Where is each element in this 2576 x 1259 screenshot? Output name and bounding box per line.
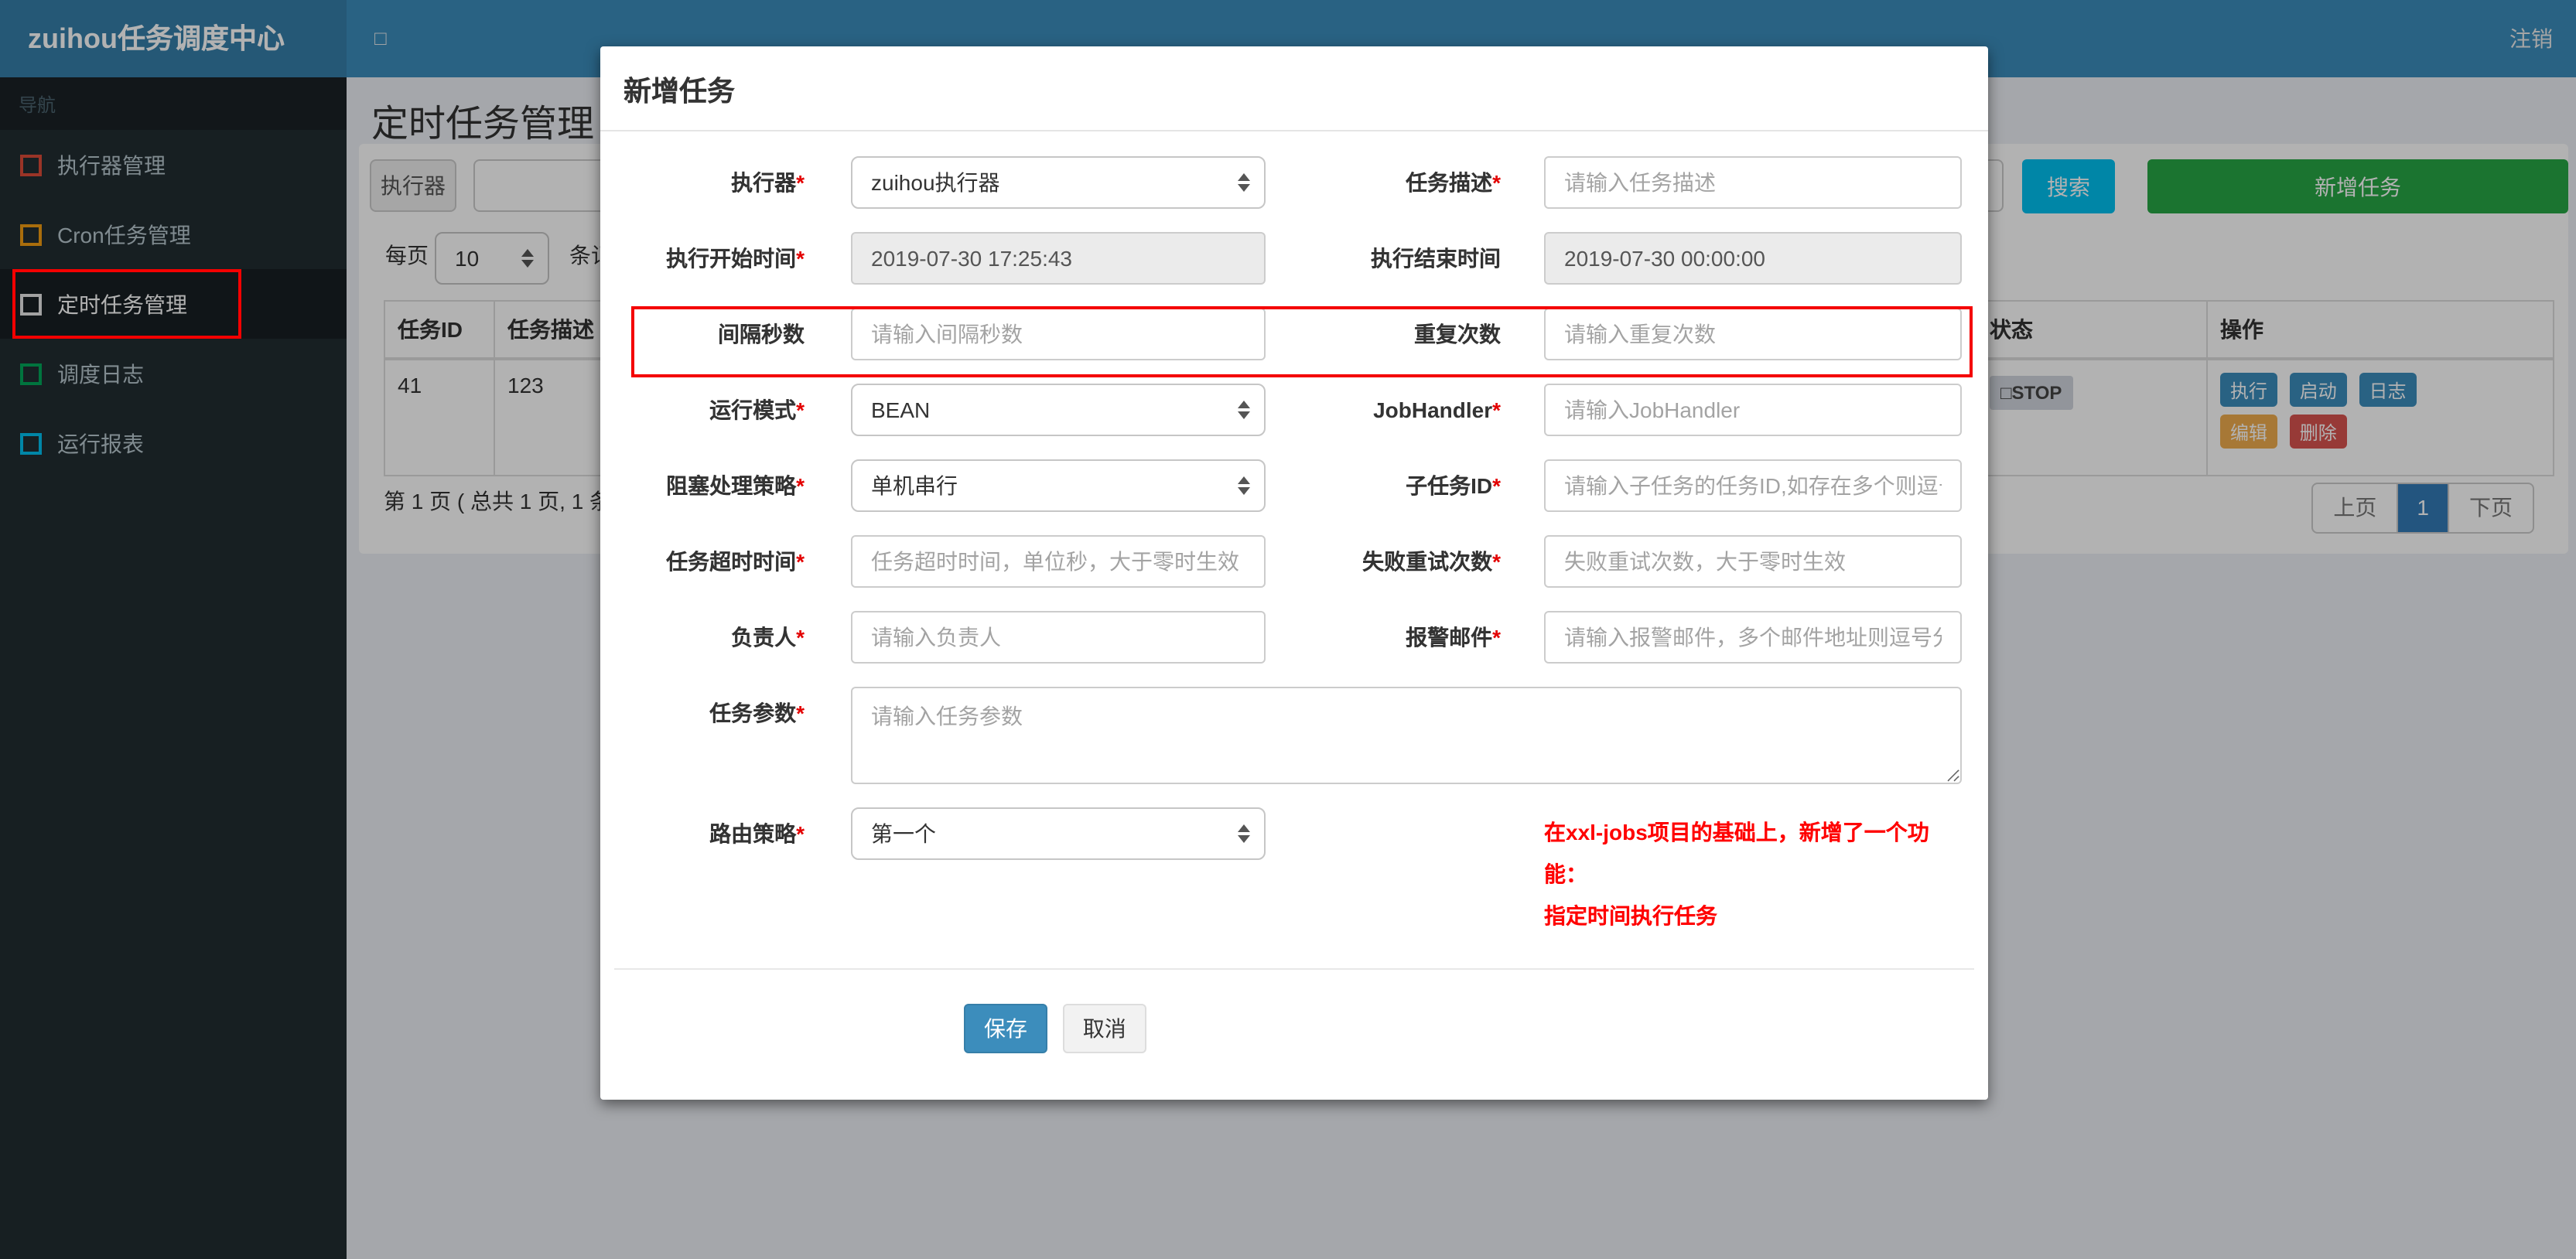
form-row-mode-handler: 运行模式* BEAN JobHandler* — [600, 384, 1988, 436]
required-asterisk: * — [796, 549, 805, 574]
alarm-email-label: 报警邮件* — [1406, 625, 1501, 650]
task-desc-label: 任务描述* — [1406, 170, 1501, 195]
task-params-label: 任务参数* — [709, 701, 805, 725]
jobhandler-input[interactable] — [1544, 384, 1962, 436]
start-time-label: 执行开始时间* — [666, 246, 805, 271]
run-mode-select[interactable]: BEAN — [851, 384, 1266, 436]
form-row-executor-desc: 执行器* zuihou执行器 任务描述* — [600, 156, 1988, 209]
form-row-timeout-retry: 任务超时时间* 失败重试次数* — [600, 535, 1988, 588]
required-asterisk: * — [1492, 625, 1501, 650]
task-desc-input[interactable] — [1544, 156, 1962, 209]
route-strategy-select-value: 第一个 — [871, 821, 936, 846]
form-row-start-end-time: 执行开始时间* 执行结束时间 — [600, 232, 1988, 285]
route-strategy-label: 路由策略* — [709, 821, 805, 846]
required-asterisk: * — [1492, 397, 1501, 422]
required-asterisk: * — [796, 473, 805, 498]
modal-title: 新增任务 — [624, 76, 735, 107]
retry-label: 失败重试次数* — [1362, 549, 1501, 574]
cancel-button[interactable]: 取消 — [1062, 1004, 1146, 1053]
screen: zuihou任务调度中心 □ 注销 导航 执行器管理 Cron任务管理 定时任务… — [0, 0, 2576, 1259]
timeout-label: 任务超时时间* — [666, 549, 805, 574]
form-row-params: 任务参数* — [600, 687, 1988, 784]
form-row-owner-email: 负责人* 报警邮件* — [600, 611, 1988, 664]
required-asterisk: * — [1492, 170, 1501, 195]
modal-header: 新增任务 — [600, 46, 1988, 131]
run-mode-select-value: BEAN — [871, 397, 931, 422]
modal-body: 执行器* zuihou执行器 任务描述* 执行开始时间* 执行结束时间 间隔秒数… — [600, 131, 1988, 1100]
retry-input[interactable] — [1544, 535, 1962, 588]
child-task-input[interactable] — [1544, 459, 1962, 512]
required-asterisk: * — [796, 246, 805, 271]
start-time-input[interactable] — [851, 232, 1266, 285]
run-mode-label: 运行模式* — [709, 397, 805, 422]
executor-label: 执行器* — [731, 170, 805, 195]
executor-select[interactable]: zuihou执行器 — [851, 156, 1266, 209]
end-time-input[interactable] — [1544, 232, 1962, 285]
timeout-input[interactable] — [851, 535, 1266, 588]
block-strategy-select[interactable]: 单机串行 — [851, 459, 1266, 512]
feature-note: 在xxl-jobs项目的基础上，新增了一个功能： 指定时间执行任务 — [1544, 807, 1962, 937]
time-row-highlight-annotation — [631, 306, 1973, 377]
alarm-email-input[interactable] — [1544, 611, 1962, 664]
task-params-textarea[interactable] — [851, 687, 1962, 784]
select-arrows-icon — [1238, 173, 1250, 192]
jobhandler-label: JobHandler* — [1373, 397, 1501, 422]
save-button[interactable]: 保存 — [964, 1004, 1047, 1053]
required-asterisk: * — [796, 701, 805, 725]
form-row-route: 路由策略* 第一个 在xxl-jobs项目的基础上，新增了一个功能： 指定时间执… — [600, 807, 1988, 937]
executor-select-value: zuihou执行器 — [871, 170, 1000, 195]
required-asterisk: * — [1492, 549, 1501, 574]
owner-input[interactable] — [851, 611, 1266, 664]
required-asterisk: * — [796, 821, 805, 846]
select-arrows-icon — [1238, 401, 1250, 419]
sidebar-highlight-annotation — [12, 269, 241, 339]
route-strategy-select[interactable]: 第一个 — [851, 807, 1266, 860]
select-arrows-icon — [1238, 476, 1250, 495]
owner-label: 负责人* — [731, 625, 805, 650]
block-strategy-select-value: 单机串行 — [871, 473, 958, 498]
modal-footer: 保存 取消 — [600, 970, 1988, 1100]
required-asterisk: * — [1492, 473, 1501, 498]
feature-note-line2: 指定时间执行任务 — [1544, 903, 1717, 928]
end-time-label: 执行结束时间 — [1371, 246, 1501, 271]
required-asterisk: * — [796, 625, 805, 650]
child-task-label: 子任务ID* — [1406, 473, 1501, 498]
select-arrows-icon — [1238, 824, 1250, 843]
block-strategy-label: 阻塞处理策略* — [666, 473, 805, 498]
required-asterisk: * — [796, 397, 805, 422]
form-row-block-child: 阻塞处理策略* 单机串行 子任务ID* — [600, 459, 1988, 512]
required-asterisk: * — [796, 170, 805, 195]
add-task-modal: 新增任务 执行器* zuihou执行器 任务描述* 执行开始时间* 执行结束时间 — [600, 46, 1988, 1100]
feature-note-line1: 在xxl-jobs项目的基础上，新增了一个功能： — [1544, 820, 1929, 886]
